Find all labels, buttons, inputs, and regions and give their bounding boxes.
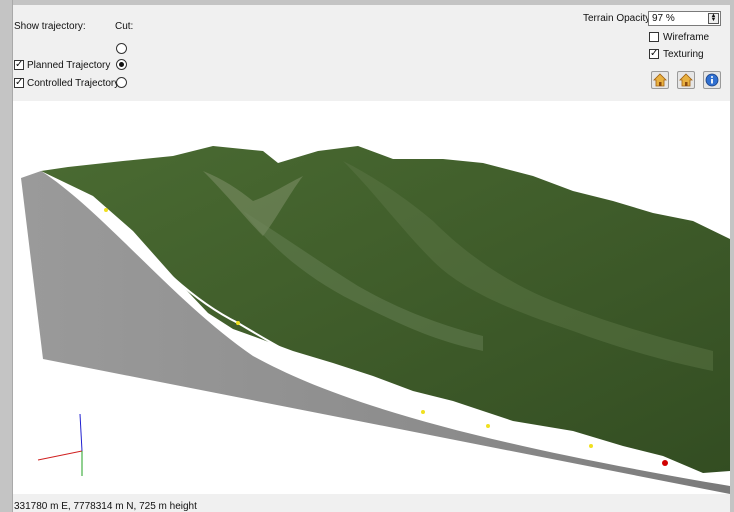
- axis-z: [79, 413, 83, 452]
- waypoint-marker: [486, 424, 490, 428]
- home-view-button[interactable]: [651, 71, 669, 89]
- waypoint-marker: [104, 208, 108, 212]
- trajectory-viewer-panel: Show trajectory: Cut: ✓ Planned Trajecto…: [13, 5, 730, 512]
- controls-bar: Show trajectory: Cut: ✓ Planned Trajecto…: [13, 5, 730, 101]
- window-frame-left: [0, 0, 13, 512]
- home-icon: [679, 73, 693, 87]
- controlled-trajectory-checkbox[interactable]: ✓: [14, 78, 24, 88]
- texturing-label: Texturing: [663, 49, 704, 60]
- info-button[interactable]: [703, 71, 721, 89]
- waypoint-marker: [589, 444, 593, 448]
- home-alt-view-button[interactable]: [677, 71, 695, 89]
- info-icon: [705, 73, 719, 87]
- cut-radio-top[interactable]: [116, 43, 127, 54]
- terrain-opacity-label: Terrain Opacity:: [583, 13, 654, 24]
- coordinates-readout: 331780 m E, 7778314 m N, 725 m height: [14, 501, 197, 512]
- planned-trajectory-label: Planned Trajectory: [27, 60, 111, 71]
- waypoint-marker: [236, 321, 240, 325]
- show-trajectory-label: Show trajectory:: [14, 21, 86, 32]
- controlled-trajectory-label: Controlled Trajectory: [27, 78, 120, 89]
- target-marker: [662, 460, 668, 466]
- planned-trajectory-cut-radio[interactable]: [116, 59, 127, 70]
- wireframe-checkbox[interactable]: [649, 32, 659, 42]
- wireframe-label: Wireframe: [663, 32, 710, 43]
- controlled-trajectory-cut-radio[interactable]: [116, 77, 127, 88]
- axis-x: [37, 450, 83, 461]
- status-bar: 331780 m E, 7778314 m N, 725 m height: [13, 494, 730, 512]
- cut-label: Cut:: [115, 21, 134, 32]
- planned-trajectory-checkbox[interactable]: ✓: [14, 60, 24, 70]
- home-icon: [653, 73, 667, 87]
- 3d-terrain-viewport[interactable]: [13, 101, 730, 494]
- terrain-opacity-value: 97 %: [652, 13, 675, 24]
- terrain-opacity-spinbox[interactable]: 97 % ▲ ▼: [648, 11, 721, 26]
- texturing-checkbox[interactable]: ✓: [649, 49, 659, 59]
- window-frame-right: [730, 0, 734, 512]
- waypoint-marker: [421, 410, 425, 414]
- spin-arrows-icon[interactable]: ▲ ▼: [708, 13, 719, 24]
